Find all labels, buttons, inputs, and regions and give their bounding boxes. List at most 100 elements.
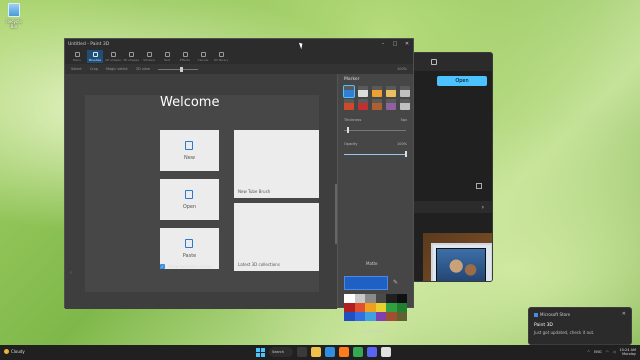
palette-swatch[interactable]	[354, 294, 365, 303]
taskbar-apps: Search	[255, 347, 391, 357]
opacity-value[interactable]: 100%	[397, 142, 407, 146]
paint3d-window[interactable]: Untitled - Paint 3D – □ ✕ Menu Brushes 2…	[64, 38, 414, 334]
brush-option[interactable]	[343, 85, 355, 98]
chrome-icon[interactable]	[353, 347, 363, 357]
palette-swatch[interactable]	[344, 294, 355, 303]
color-palette	[344, 294, 407, 321]
tool-stickers[interactable]: Stickers	[141, 50, 157, 63]
palette-swatch[interactable]	[386, 294, 397, 303]
add-color-button[interactable]: + Add color	[362, 329, 386, 334]
crop-button[interactable]: Crop	[90, 67, 98, 71]
zoom-percent[interactable]: 100%	[397, 67, 407, 71]
tool-2d-shapes[interactable]: 2D shapes	[105, 50, 121, 63]
window-titlebar[interactable]: Untitled - Paint 3D – □ ✕	[65, 39, 413, 49]
weather-widget[interactable]: Cloudy	[4, 349, 25, 354]
brush-option[interactable]	[386, 86, 396, 97]
chevron-up-icon[interactable]: ^	[587, 350, 590, 354]
select-button[interactable]: Select	[71, 67, 82, 71]
recycle-bin-desktop-icon[interactable]: Recycle Bin	[3, 3, 25, 29]
palette-swatch[interactable]	[375, 312, 386, 321]
tool-label: 3D shapes	[123, 57, 139, 62]
tool-menu[interactable]: Menu	[69, 50, 85, 63]
3d-view-toggle[interactable]: 3D view	[136, 67, 150, 71]
chevron-left-icon[interactable]: ‹	[70, 270, 72, 276]
palette-swatch[interactable]	[365, 294, 376, 303]
tool-label: 3D library	[213, 57, 229, 62]
palette-swatch[interactable]	[354, 312, 365, 321]
notification-toast[interactable]: Microsoft Store ✕ Paint 3D Just got upda…	[528, 307, 632, 345]
eyedropper-icon[interactable]: ✎	[393, 279, 398, 286]
file-explorer-icon[interactable]	[311, 347, 321, 357]
palette-swatch[interactable]	[375, 303, 386, 312]
brush-option[interactable]	[358, 99, 368, 110]
microsoft-store-window[interactable]: Open ›	[412, 52, 493, 282]
close-button[interactable]: ✕	[401, 39, 413, 49]
collections-label: Latest 3D collections	[238, 262, 280, 267]
window-title: Untitled - Paint 3D	[68, 41, 110, 47]
tool-label: Brushes	[88, 57, 102, 62]
collections-tile[interactable]: Latest 3D collections	[234, 203, 319, 271]
palette-swatch[interactable]	[396, 312, 407, 321]
checkmark-icon: ✓	[160, 264, 165, 269]
palette-swatch[interactable]	[386, 312, 397, 321]
palette-swatch[interactable]	[375, 294, 386, 303]
task-view-icon[interactable]	[297, 347, 307, 357]
color-section-title[interactable]: Matte	[366, 261, 378, 266]
tool-brushes[interactable]: Brushes	[87, 50, 103, 63]
palette-swatch[interactable]	[365, 312, 376, 321]
chevron-right-icon[interactable]: ›	[482, 204, 484, 211]
weather-icon	[4, 349, 9, 354]
store-taskbar-icon[interactable]	[367, 347, 377, 357]
magic-select-button[interactable]: Magic select	[106, 67, 128, 71]
volume-icon[interactable]: ◁	[613, 350, 616, 354]
edge-icon[interactable]	[325, 347, 335, 357]
opacity-slider[interactable]	[344, 154, 406, 155]
thickness-slider[interactable]	[344, 130, 406, 131]
tool-effects[interactable]: Effects	[177, 50, 193, 63]
thickness-slider-handle[interactable]	[347, 127, 349, 133]
zoom-slider[interactable]	[157, 66, 198, 72]
start-button[interactable]	[255, 347, 265, 357]
palette-swatch[interactable]	[396, 303, 407, 312]
wifi-icon[interactable]: ◠	[606, 350, 609, 354]
tool-3d-library[interactable]: 3D library	[213, 50, 229, 63]
brush-option[interactable]	[358, 86, 368, 97]
paste-tile[interactable]: Paste	[160, 228, 219, 269]
tool-3d-shapes[interactable]: 3D shapes	[123, 50, 139, 63]
tube-brush-tile[interactable]: New Tube Brush	[234, 130, 319, 198]
open-tile[interactable]: Open	[160, 179, 219, 220]
palette-swatch[interactable]	[354, 303, 365, 312]
taskbar-search[interactable]: Search	[269, 347, 293, 357]
tool-text[interactable]: Text	[159, 50, 175, 63]
clock[interactable]: 10:24 AM Monday	[619, 348, 636, 356]
store-share-icon[interactable]	[476, 183, 482, 189]
palette-swatch[interactable]	[344, 303, 355, 312]
tool-label: Effects	[179, 57, 191, 62]
new-tile[interactable]: New	[160, 130, 219, 171]
palette-swatch[interactable]	[396, 294, 407, 303]
minimize-button[interactable]: –	[377, 39, 389, 49]
brush-option[interactable]	[372, 99, 382, 110]
canvas-area[interactable]: Welcome New Open Paste New Tube Brush La…	[65, 74, 337, 309]
palette-swatch[interactable]	[386, 303, 397, 312]
maximize-button[interactable]: □	[389, 39, 401, 49]
tool-canvas[interactable]: Canvas	[195, 50, 211, 63]
brush-option[interactable]	[400, 99, 410, 110]
brush-option[interactable]	[344, 99, 354, 110]
current-color-swatch[interactable]	[344, 276, 388, 290]
thickness-value[interactable]: 5px	[400, 118, 407, 122]
show-welcome-checkbox[interactable]: ✓ Show welcome screen	[160, 264, 212, 269]
toast-app-name: Microsoft Store	[540, 312, 571, 317]
open-label: Open	[182, 204, 197, 210]
paint3d-taskbar-icon[interactable]	[381, 347, 391, 357]
palette-swatch[interactable]	[344, 312, 355, 321]
brush-option[interactable]	[386, 99, 396, 110]
language-indicator[interactable]: ENG	[594, 350, 602, 354]
brush-option[interactable]	[372, 86, 382, 97]
brush-option[interactable]	[400, 86, 410, 97]
close-icon[interactable]: ✕	[622, 311, 626, 317]
palette-swatch[interactable]	[365, 303, 376, 312]
firefox-icon[interactable]	[339, 347, 349, 357]
opacity-slider-handle[interactable]	[405, 151, 407, 157]
store-open-button[interactable]: Open	[437, 76, 487, 86]
